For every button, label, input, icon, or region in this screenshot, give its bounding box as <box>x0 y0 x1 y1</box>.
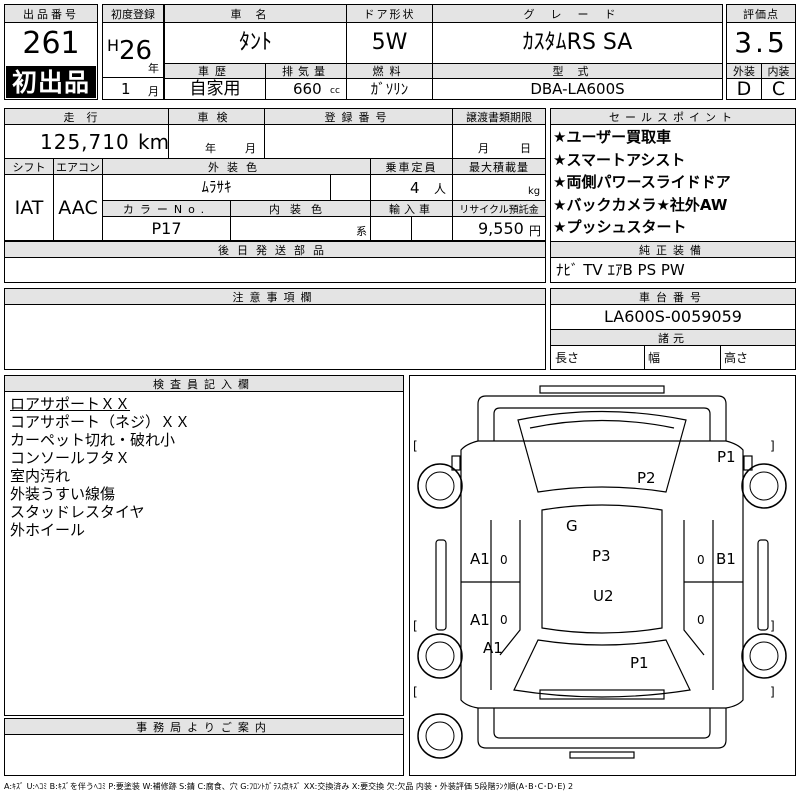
mark-p2: P2 <box>637 469 656 487</box>
roof <box>541 504 663 634</box>
rear-garnish <box>569 751 635 759</box>
windshield-inner <box>529 419 675 429</box>
bracket-left-tail: [ <box>413 619 418 633</box>
mark-a1-left-rear: A1 <box>483 639 503 657</box>
legend-line: A:ｷｽﾞ U:ﾍｺﾐ B:ｷｽﾞを伴うﾍｺﾐ P:要塗装 W:補修跡 S:錆 … <box>4 782 574 791</box>
cabin-left <box>499 520 521 656</box>
front-bumper-outline <box>477 395 727 441</box>
windshield <box>517 410 687 493</box>
body-outline <box>460 440 744 709</box>
front-grille <box>539 385 665 394</box>
rear-bumper-inner <box>493 708 711 739</box>
tyre-rear-right <box>741 633 787 679</box>
mark-p3: P3 <box>592 547 611 565</box>
cabin-right <box>683 520 705 656</box>
mark-b1-right-front-door: B1 <box>716 550 736 568</box>
car-diagram <box>417 385 787 759</box>
zero-right-rear-door: 0 <box>697 613 705 627</box>
mark-a1-left-rear-door: A1 <box>470 611 490 629</box>
bracket-right-tail: ] <box>770 619 775 633</box>
left-sill <box>435 539 447 631</box>
right-sill <box>757 539 769 631</box>
tyre-front-right <box>741 463 787 509</box>
zero-right-front-door: 0 <box>697 553 705 567</box>
mark-p1-front-right: P1 <box>717 448 736 466</box>
bracket-right-front: ] <box>770 439 775 453</box>
front-bumper-inner <box>493 407 711 441</box>
rear-bumper <box>477 708 727 749</box>
bracket-left-front: [ <box>413 439 418 453</box>
rear-window <box>513 639 691 698</box>
mark-a1-left-front-door: A1 <box>470 550 490 568</box>
mark-p1-rear: P1 <box>630 654 649 672</box>
bracket-right-rear: ] <box>770 685 775 699</box>
tyre-front-left <box>417 463 463 509</box>
bracket-left-rear: [ <box>413 685 418 699</box>
spare-tyre <box>417 713 463 759</box>
mark-g: G <box>566 517 578 535</box>
tyre-rear-left <box>417 633 463 679</box>
zero-left-front-door: 0 <box>500 553 508 567</box>
mark-u2: U2 <box>593 587 614 605</box>
rear-plate <box>539 689 665 700</box>
zero-left-rear-door: 0 <box>500 613 508 627</box>
